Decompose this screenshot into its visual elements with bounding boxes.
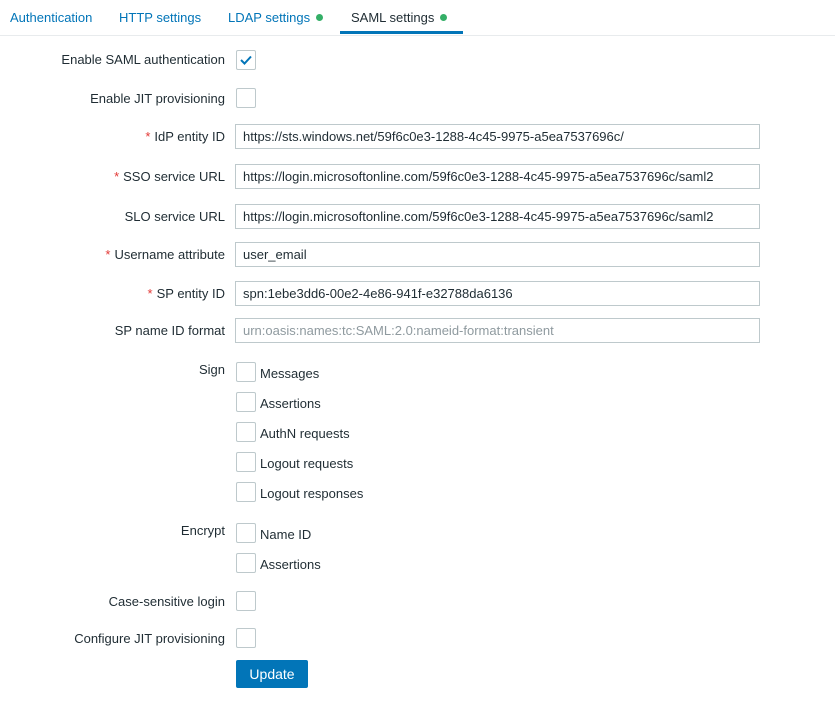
encrypt-name-id-label: Name ID [260,527,312,542]
slo-service-url-label: SLO service URL [124,209,225,224]
sign-messages-checkbox[interactable] [236,362,256,382]
enable-jit-checkbox[interactable] [236,88,256,108]
sp-name-id-format-input[interactable] [235,318,760,343]
sign-messages-label: Messages [260,366,320,381]
configure-jit-label: Configure JIT provisioning [74,631,225,646]
required-marker: * [105,247,111,262]
tab-label: LDAP settings [228,10,311,25]
sign-authn-requests-label: AuthN requests [260,426,350,441]
tab-ldap-settings[interactable]: LDAP settings [228,0,324,35]
tab-label: SAML settings [351,10,435,25]
sign-assertions-label: Assertions [260,396,321,411]
label-text: IdP entity ID [154,129,225,144]
tab-bar: Authentication HTTP settings LDAP settin… [0,0,835,36]
idp-entity-id-input[interactable] [235,124,760,149]
username-attribute-label: * Username attribute [105,247,225,262]
label-text: Username attribute [114,247,225,262]
case-sensitive-login-checkbox[interactable] [236,591,256,611]
sp-name-id-format-label: SP name ID format [114,323,225,338]
enable-saml-label: Enable SAML authentication [61,52,225,67]
encrypt-assertions-label: Assertions [260,557,321,572]
username-attribute-input[interactable] [235,242,760,267]
sign-logout-requests-label: Logout requests [260,456,354,471]
sign-label: Sign [198,362,225,377]
tab-http-settings[interactable]: HTTP settings [119,0,201,35]
required-marker: * [147,286,153,301]
status-dot-icon [440,14,448,21]
encrypt-label: Encrypt [180,523,225,538]
tab-authentication[interactable]: Authentication [10,0,92,35]
label-text: SP entity ID [156,286,225,301]
enable-saml-checkbox[interactable] [236,50,256,70]
required-marker: * [145,129,151,144]
label-text: SSO service URL [123,169,225,184]
sign-logout-responses-label: Logout responses [260,486,364,501]
sp-entity-id-label: * SP entity ID [148,286,225,301]
case-sensitive-login-label: Case-sensitive login [108,594,225,609]
active-tab-indicator [340,31,463,34]
tab-label: HTTP settings [119,10,202,25]
enable-jit-label: Enable JIT provisioning [90,91,225,106]
encrypt-assertions-checkbox[interactable] [236,553,256,573]
sso-service-url-input[interactable] [235,164,760,189]
sp-entity-id-input[interactable] [235,281,760,306]
idp-entity-id-label: * IdP entity ID [145,129,225,144]
sign-assertions-checkbox[interactable] [236,392,256,412]
tab-saml-settings[interactable]: SAML settings [351,0,448,35]
configure-jit-checkbox[interactable] [236,628,256,648]
sso-service-url-label: * SSO service URL [114,169,225,184]
encrypt-name-id-checkbox[interactable] [236,523,256,543]
update-button[interactable]: Update [236,660,308,688]
required-marker: * [114,169,120,184]
status-dot-icon [316,14,324,21]
sign-authn-requests-checkbox[interactable] [236,422,256,442]
slo-service-url-input[interactable] [235,204,760,229]
sign-logout-responses-checkbox[interactable] [236,482,256,502]
tab-label: Authentication [10,10,93,25]
checkmark-icon [240,55,252,65]
sign-logout-requests-checkbox[interactable] [236,452,256,472]
